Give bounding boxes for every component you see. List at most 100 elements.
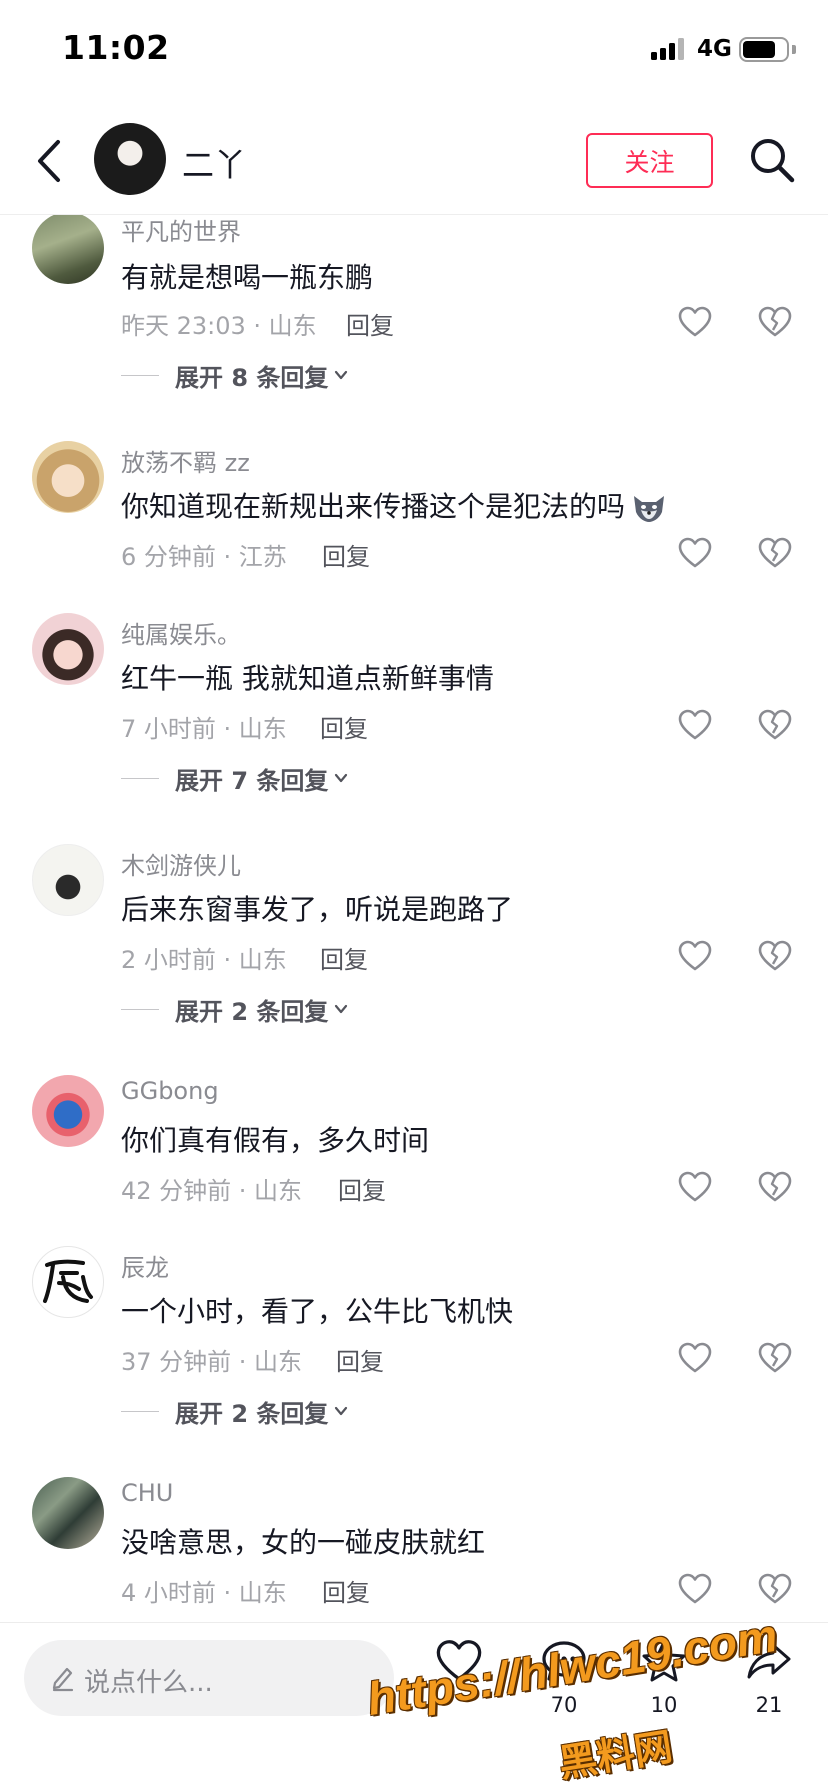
comment-time-location: 7 小时前 · 山东 <box>121 715 287 743</box>
broken-heart-icon[interactable] <box>758 709 792 741</box>
comment-time-location: 42 分钟前 · 山东 <box>121 1177 303 1205</box>
expand-replies[interactable]: 展开 8 条回复 <box>121 358 348 393</box>
comment-time-location: 昨天 23:03 · 山东 <box>121 312 317 340</box>
star-icon[interactable] <box>640 1639 688 1683</box>
share-count: 21 <box>755 1693 783 1717</box>
comment-user-name[interactable]: 放荡不羁 zz <box>121 443 250 478</box>
comment-input[interactable]: 说点什么... <box>24 1640 394 1716</box>
expand-divider <box>121 1410 159 1412</box>
comment-time-location: 37 分钟前 · 山东 <box>121 1348 303 1376</box>
search-icon[interactable] <box>748 136 796 184</box>
comment-item: 放荡不羁 zz 你知道现在新规出来传播这个是犯法的吗 6 分钟前 · 江苏 回复 <box>0 441 828 581</box>
comment-text[interactable]: 你知道现在新规出来传播这个是犯法的吗 <box>121 485 667 525</box>
expand-replies-label[interactable]: 展开 2 条回复 <box>175 992 328 1027</box>
comment-text[interactable]: 没啥意思，女的一碰皮肤就红 <box>121 1521 485 1561</box>
broken-heart-icon[interactable] <box>758 940 792 972</box>
chevron-down-icon <box>335 1406 348 1416</box>
header-user-name[interactable]: 二丫 <box>182 140 246 186</box>
comment-text[interactable]: 有就是想喝一瓶东鹏 <box>121 256 373 296</box>
network-label: 4G <box>697 36 732 62</box>
comment-user-name[interactable]: GGbong <box>121 1077 219 1105</box>
expand-replies-label[interactable]: 展开 2 条回复 <box>175 1394 328 1429</box>
heart-icon[interactable] <box>678 306 712 338</box>
comment-reply-button[interactable]: 回复 <box>320 709 368 744</box>
like-action[interactable] <box>429 1639 489 1693</box>
heart-icon[interactable] <box>678 940 712 972</box>
chevron-down-icon <box>335 370 348 380</box>
comment-icon[interactable] <box>540 1639 588 1683</box>
comment-avatar[interactable] <box>32 1246 104 1318</box>
wolf-face-emoji <box>634 496 665 522</box>
status-time: 11:02 <box>62 28 170 67</box>
comment-reply-button[interactable]: 回复 <box>346 306 394 341</box>
comment-time-location: 2 小时前 · 山东 <box>121 946 287 974</box>
share-action[interactable]: 21 <box>739 1639 799 1717</box>
comment-user-name[interactable]: 纯属娱乐。 <box>121 615 241 650</box>
header-avatar[interactable] <box>94 123 166 195</box>
comment-item: GGbong 你们真有假有，多久时间 42 分钟前 · 山东 回复 <box>0 1075 828 1215</box>
comment-user-name[interactable]: 木剑游侠儿 <box>121 846 241 881</box>
comment-item: 纯属娱乐。 红牛一瓶 我就知道点新鲜事情 7 小时前 · 山东 回复 展开 7 … <box>0 613 828 803</box>
calligraphy-logo <box>43 1259 93 1303</box>
favorite-action[interactable]: 10 <box>634 1639 694 1717</box>
comment-avatar[interactable] <box>32 844 104 916</box>
comment-text-body: 你知道现在新规出来传播这个是犯法的吗 <box>121 490 626 523</box>
comment-item: 辰龙 一个小时，看了，公牛比飞机快 37 分钟前 · 山东 回复 展开 2 条回… <box>0 1246 828 1436</box>
comment-reply-button[interactable]: 回复 <box>322 537 370 572</box>
chevron-down-icon <box>335 773 348 783</box>
heart-icon[interactable] <box>678 1171 712 1203</box>
comment-input-placeholder: 说点什么... <box>84 1668 213 1698</box>
heart-icon[interactable] <box>678 1342 712 1374</box>
comment-time-location: 6 分钟前 · 江苏 <box>121 543 287 571</box>
comment-reply-button[interactable]: 回复 <box>322 1573 370 1608</box>
header-bar: 二丫 关注 <box>0 100 828 215</box>
expand-divider <box>121 777 159 779</box>
expand-divider <box>121 1008 159 1010</box>
expand-replies-label[interactable]: 展开 8 条回复 <box>175 358 328 393</box>
comment-reply-button[interactable]: 回复 <box>336 1342 384 1377</box>
comment-text[interactable]: 红牛一瓶 我就知道点新鲜事情 <box>121 657 494 697</box>
broken-heart-icon[interactable] <box>758 537 792 569</box>
chevron-down-icon <box>335 1004 348 1014</box>
comment-action[interactable]: 70 <box>534 1639 594 1717</box>
broken-heart-icon[interactable] <box>758 1342 792 1374</box>
broken-heart-icon[interactable] <box>758 306 792 338</box>
battery-cap <box>792 45 796 54</box>
heart-icon[interactable] <box>678 537 712 569</box>
comment-avatar[interactable] <box>32 1477 104 1549</box>
comment-avatar[interactable] <box>32 441 104 513</box>
expand-replies[interactable]: 展开 2 条回复 <box>121 992 348 1027</box>
pencil-icon <box>52 1667 74 1692</box>
broken-heart-icon[interactable] <box>758 1573 792 1605</box>
status-bar: 11:02 4G <box>0 0 828 100</box>
heart-icon[interactable] <box>435 1639 483 1683</box>
follow-button[interactable]: 关注 <box>586 133 713 188</box>
comment-user-name[interactable]: 辰龙 <box>121 1248 169 1283</box>
comment-time-location: 4 小时前 · 山东 <box>121 1579 287 1607</box>
signal-icon <box>651 36 687 60</box>
comment-item: 木剑游侠儿 后来东窗事发了，听说是跑路了 2 小时前 · 山东 回复 展开 2 … <box>0 844 828 1034</box>
comment-text[interactable]: 你们真有假有，多久时间 <box>121 1119 429 1159</box>
favorite-count: 10 <box>650 1693 678 1717</box>
comment-avatar[interactable] <box>32 212 104 284</box>
bottom-action-bar: 说点什么... 70 10 21 <box>0 1622 828 1792</box>
heart-icon[interactable] <box>678 1573 712 1605</box>
comment-user-name[interactable]: 平凡的世界 <box>121 212 241 247</box>
heart-icon[interactable] <box>678 709 712 741</box>
comment-text[interactable]: 一个小时，看了，公牛比飞机快 <box>121 1290 513 1330</box>
comment-avatar[interactable] <box>32 1075 104 1147</box>
comment-item: CHU 没啥意思，女的一碰皮肤就红 4 小时前 · 山东 回复 <box>0 1477 828 1617</box>
comment-reply-button[interactable]: 回复 <box>320 940 368 975</box>
expand-replies[interactable]: 展开 2 条回复 <box>121 1394 348 1429</box>
battery-icon <box>739 37 789 62</box>
broken-heart-icon[interactable] <box>758 1171 792 1203</box>
comment-user-name[interactable]: CHU <box>121 1479 173 1507</box>
expand-replies-label[interactable]: 展开 7 条回复 <box>175 761 328 796</box>
back-icon[interactable] <box>30 138 70 184</box>
expand-replies[interactable]: 展开 7 条回复 <box>121 761 348 796</box>
share-icon[interactable] <box>745 1639 793 1683</box>
comment-avatar[interactable] <box>32 613 104 685</box>
comment-text[interactable]: 后来东窗事发了，听说是跑路了 <box>121 888 513 928</box>
comment-reply-button[interactable]: 回复 <box>338 1171 386 1206</box>
comment-count: 70 <box>550 1693 578 1717</box>
